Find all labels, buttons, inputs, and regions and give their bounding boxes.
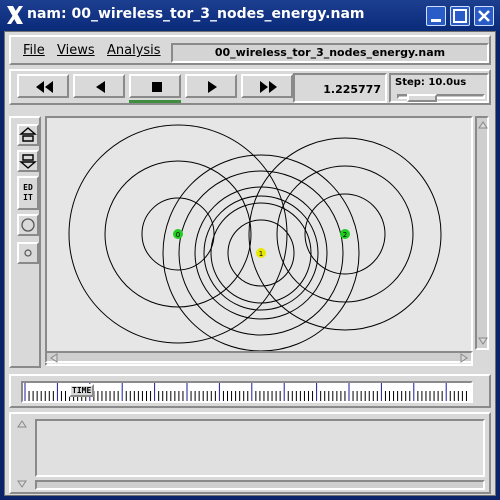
zoom-out-icon	[19, 154, 37, 169]
close-button[interactable]	[474, 6, 494, 26]
step-slider-thumb[interactable]	[407, 94, 437, 102]
tool-strip: ED IT	[9, 116, 41, 368]
node-1-label: 1	[259, 250, 263, 258]
annotation-horizontal-scrollbar[interactable]	[35, 480, 485, 490]
canvas-vertical-scrollbar[interactable]	[475, 116, 489, 350]
play-forward-button[interactable]	[185, 74, 237, 98]
playback-controls: 1.225777 Step: 10.0us	[9, 69, 491, 105]
edit-button[interactable]: ED IT	[17, 176, 39, 210]
fast-forward-button[interactable]	[241, 74, 293, 98]
scroll-left-icon[interactable]	[49, 353, 59, 363]
node-2[interactable]: 2	[340, 229, 350, 239]
fast-rewind-button[interactable]	[17, 74, 69, 98]
menu-analysis[interactable]: Analysis	[107, 43, 161, 58]
menu-views-label: Views	[57, 43, 95, 58]
timeline-panel: TIME	[9, 374, 491, 408]
step-label: Step: 10.0us	[395, 77, 467, 88]
title-bar: nam: 00_wireless_tor_3_nodes_energy.nam	[0, 0, 500, 31]
close-icon	[478, 10, 490, 22]
node-0[interactable]: 0	[173, 229, 183, 239]
current-time: 1.225777	[293, 73, 387, 103]
play-forward-icon	[208, 81, 217, 93]
minimize-icon	[431, 19, 441, 22]
network-canvas[interactable]: 0 1 2	[47, 118, 471, 351]
menu-file-label: File	[23, 43, 45, 58]
edit-icon: ED IT	[23, 183, 33, 202]
time-label[interactable]: TIME	[69, 384, 95, 397]
annotation-panel	[9, 412, 491, 494]
scroll-right-icon[interactable]	[459, 353, 469, 363]
scroll-down-icon[interactable]	[478, 336, 488, 346]
x-logo-icon	[7, 6, 23, 24]
menu-analysis-label: Analysis	[107, 43, 161, 58]
step-control: Step: 10.0us	[389, 73, 489, 103]
network-canvas-frame: 0 1 2	[45, 116, 473, 366]
menu-bar: File Views Analysis 00_wireless_tor_3_no…	[9, 35, 491, 65]
step-slider[interactable]	[397, 94, 485, 102]
circle-tool-button[interactable]	[17, 214, 39, 236]
nam-window: File Views Analysis 00_wireless_tor_3_no…	[4, 31, 496, 496]
node-2-label: 2	[343, 231, 347, 239]
annotation-canvas[interactable]	[35, 419, 485, 477]
timeline-slider[interactable]: TIME	[21, 381, 473, 403]
point-tool-icon	[24, 249, 32, 257]
stop-icon	[152, 82, 162, 92]
zoom-in-button[interactable]	[17, 124, 39, 146]
circle-tool-icon	[21, 218, 35, 232]
play-backward-button[interactable]	[73, 74, 125, 98]
annotation-scrollbar[interactable]	[15, 419, 31, 489]
menu-file[interactable]: File	[23, 43, 45, 58]
maximize-button[interactable]	[450, 6, 470, 26]
play-backward-icon	[96, 81, 105, 93]
minimize-button[interactable]	[426, 6, 446, 26]
node-1[interactable]: 1	[256, 248, 266, 258]
zoom-in-icon	[19, 127, 37, 142]
scroll-up-icon[interactable]	[478, 120, 488, 130]
zoom-out-button[interactable]	[17, 150, 39, 172]
window-title: nam: 00_wireless_tor_3_nodes_energy.nam	[27, 6, 365, 22]
canvas-horizontal-scrollbar[interactable]	[45, 351, 473, 363]
trace-filename: 00_wireless_tor_3_nodes_energy.nam	[171, 43, 489, 63]
annotation-scroll-arrows-icon	[17, 420, 27, 488]
maximize-icon	[453, 9, 467, 23]
fast-forward-icon	[260, 81, 277, 93]
node-0-label: 0	[176, 231, 180, 239]
fast-rewind-icon	[36, 81, 53, 93]
menu-views[interactable]: Views	[57, 43, 95, 58]
point-tool-button[interactable]	[17, 242, 39, 264]
stop-button[interactable]	[129, 74, 181, 103]
